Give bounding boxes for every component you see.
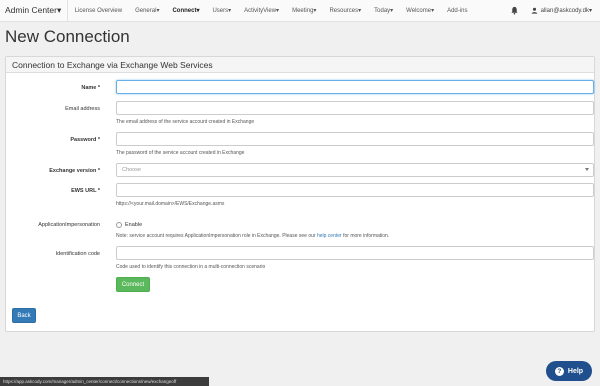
exchange-version-value: Choose <box>122 167 141 173</box>
impersonation-help: Note: service account requires Applicati… <box>116 233 390 239</box>
identification-code-input[interactable] <box>116 246 594 260</box>
nav-resources[interactable]: Resources▾ <box>323 0 368 22</box>
identification-code-help: Code used to identify this connection in… <box>116 264 266 270</box>
ews-url-help: https://<your.mail.domain>/EWS/Exchange.… <box>116 201 225 207</box>
help-widget-button[interactable]: ? Help <box>546 361 592 381</box>
email-input[interactable] <box>116 101 594 115</box>
connect-button[interactable]: Connect <box>116 277 150 292</box>
user-email: allan@askcody.dk▾ <box>540 8 592 14</box>
name-input[interactable] <box>116 80 594 94</box>
exchange-version-select[interactable]: Choose <box>116 163 594 177</box>
nav-meeting[interactable]: Meeting▾ <box>286 0 323 22</box>
name-label: Name * <box>81 85 100 91</box>
question-icon: ? <box>554 366 564 376</box>
nav-right: allan@askcody.dk▾ <box>505 0 600 22</box>
help-center-link[interactable]: help center <box>317 233 342 239</box>
ews-url-input[interactable] <box>116 183 594 197</box>
back-button[interactable]: Back <box>12 308 36 323</box>
password-label: Password * <box>70 137 100 143</box>
exchange-version-label: Exchange version * <box>49 168 100 174</box>
nav-today[interactable]: Today▾ <box>368 0 400 22</box>
nav-general[interactable]: General▾ <box>129 0 166 22</box>
bell-icon[interactable] <box>505 0 525 22</box>
panel-heading: Connection to Exchange via Exchange Web … <box>6 57 594 73</box>
status-url: https://app.askcody.com/manager/admin_ce… <box>0 377 209 386</box>
email-help: The email address of the service account… <box>116 119 255 125</box>
email-label: Email address <box>65 106 100 112</box>
top-navbar: Admin Center▾ License Overview General▾ … <box>0 0 600 22</box>
nav-add-ins[interactable]: Add-ins <box>441 0 474 22</box>
caret-down-icon <box>585 168 589 171</box>
enable-radio[interactable] <box>116 222 122 228</box>
identification-code-label: Identification code <box>55 251 100 257</box>
ews-url-label: EWS URL * <box>71 188 100 194</box>
nav-activityview[interactable]: ActivityView▾ <box>238 0 286 22</box>
nav-welcome[interactable]: Welcome▾ <box>400 0 441 22</box>
user-icon <box>531 7 537 14</box>
page-title: New Connection <box>5 27 130 46</box>
impersonation-label: ApplicationImpersonation <box>38 222 100 228</box>
nav-admin-center[interactable]: Admin Center▾ <box>0 0 69 22</box>
enable-label[interactable]: Enable <box>125 222 142 228</box>
nav-connect[interactable]: Connect▾ <box>166 0 206 22</box>
nav-users[interactable]: Users▾ <box>206 0 238 22</box>
password-input[interactable] <box>116 132 594 146</box>
user-menu[interactable]: allan@askcody.dk▾ <box>525 7 600 14</box>
connection-panel: Connection to Exchange via Exchange Web … <box>5 56 595 332</box>
help-widget-label: Help <box>567 367 584 375</box>
password-help: The password of the service account crea… <box>116 150 245 156</box>
nav-license-overview[interactable]: License Overview <box>68 0 128 22</box>
